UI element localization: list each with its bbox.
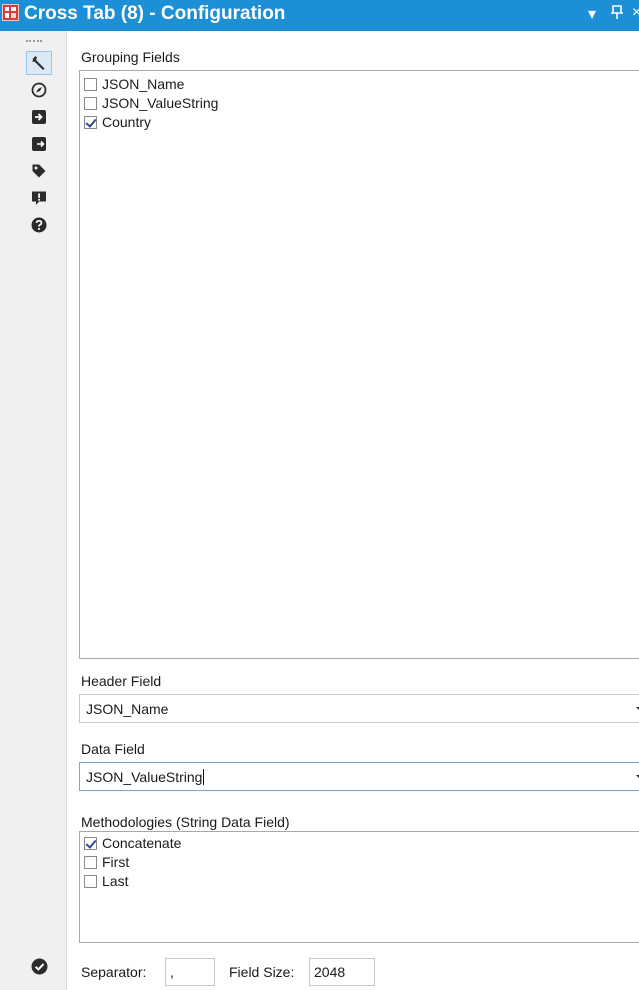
methodologies-label: Methodologies (String Data Field) (81, 814, 290, 830)
sidebar-item-annotation[interactable] (26, 159, 52, 183)
help-icon (31, 217, 47, 233)
header-field-label: Header Field (81, 673, 162, 689)
sidebar (0, 31, 67, 990)
methodologies-list[interactable]: Concatenate First Last (79, 831, 639, 943)
methodology-item[interactable]: Concatenate (84, 833, 181, 853)
sidebar-item-messages[interactable] (26, 186, 52, 210)
text-cursor (203, 768, 205, 785)
data-field-label: Data Field (81, 741, 145, 757)
methodology-label: Concatenate (102, 835, 182, 851)
window-menu-dropdown-icon[interactable]: ▾ (588, 4, 596, 24)
sidebar-item-help[interactable] (26, 213, 52, 237)
field-size-label: Field Size: (229, 964, 295, 980)
grouping-field-item[interactable]: JSON_ValueString (84, 93, 218, 113)
data-field-select[interactable]: JSON_ValueString (79, 762, 639, 791)
methodology-checkbox[interactable] (84, 874, 97, 888)
separator-value: , (170, 964, 174, 980)
grouping-field-label: Country (102, 114, 152, 130)
sidebar-item-status[interactable] (26, 954, 52, 978)
cross-tab-tool-icon (2, 4, 19, 21)
compass-icon (31, 82, 47, 98)
sidebar-grip[interactable] (26, 40, 42, 44)
methodology-item[interactable]: First (84, 852, 129, 872)
alert-icon (32, 191, 46, 205)
methodology-checkbox[interactable] (84, 855, 97, 869)
grouping-field-label: JSON_ValueString (102, 95, 219, 111)
methodology-checkbox[interactable] (84, 836, 97, 850)
pin-icon[interactable] (610, 4, 624, 25)
output-arrow-icon (32, 137, 46, 151)
grouping-field-item[interactable]: JSON_Name (84, 74, 184, 94)
field-size-input[interactable]: 2048 (309, 958, 375, 986)
check-circle-icon (31, 958, 47, 974)
sidebar-item-output[interactable] (26, 132, 52, 156)
grouping-field-checkbox[interactable] (84, 115, 97, 129)
sidebar-item-navigation[interactable] (26, 78, 52, 102)
header-field-select[interactable]: JSON_Name (79, 694, 639, 723)
grouping-field-item[interactable]: Country (84, 112, 151, 132)
configuration-panel: Grouping Fields JSON_Name JSON_ValueStri… (67, 31, 639, 990)
separator-label: Separator: (81, 964, 147, 980)
title-bar: Cross Tab (8) - Configuration ▾ × (0, 0, 639, 31)
grouping-fields-label: Grouping Fields (81, 49, 180, 65)
configuration-window: Cross Tab (8) - Configuration ▾ × Groupi… (0, 0, 639, 990)
header-field-value: JSON_Name (86, 700, 169, 717)
wrench-icon (32, 56, 45, 70)
field-size-value: 2048 (314, 964, 346, 980)
window-title: Cross Tab (8) - Configuration (24, 3, 286, 24)
methodology-label: First (102, 854, 130, 870)
methodology-label: Last (102, 873, 129, 889)
sidebar-item-input[interactable] (26, 105, 52, 129)
grouping-field-label: JSON_Name (102, 76, 185, 92)
grouping-field-checkbox[interactable] (84, 96, 97, 110)
data-field-value: JSON_ValueString (86, 768, 203, 785)
tag-icon (32, 164, 46, 178)
input-arrow-icon (32, 110, 46, 124)
close-icon[interactable]: × (632, 4, 639, 22)
methodology-item[interactable]: Last (84, 871, 128, 891)
grouping-field-checkbox[interactable] (84, 77, 97, 91)
sidebar-item-configuration[interactable] (26, 51, 52, 75)
separator-input[interactable]: , (165, 958, 215, 986)
grouping-fields-list[interactable]: JSON_Name JSON_ValueString Country (79, 70, 639, 659)
